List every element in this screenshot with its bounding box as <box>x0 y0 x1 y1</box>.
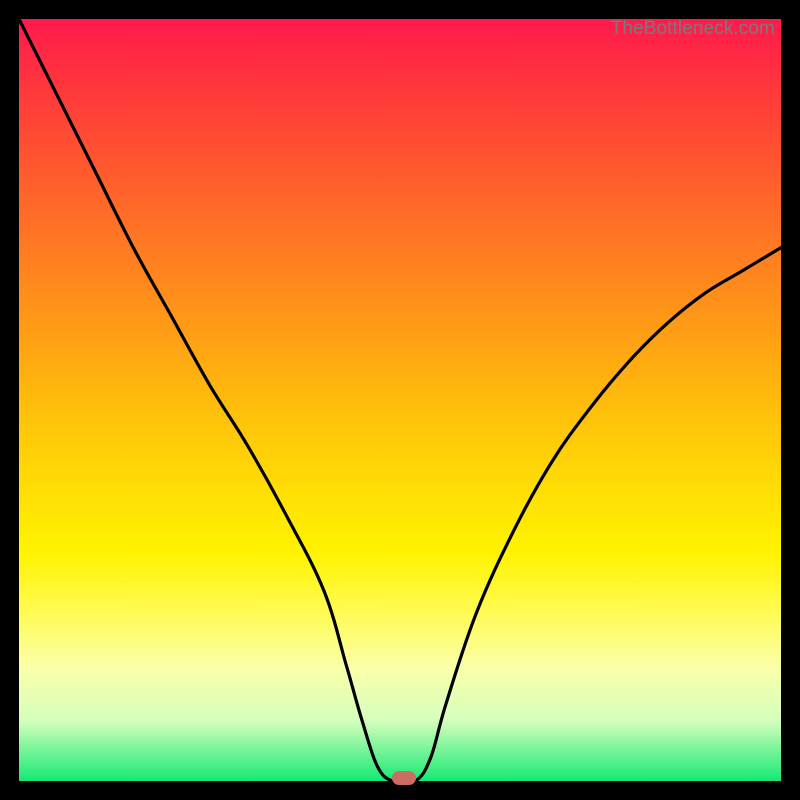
plot-area: TheBottleneck.com <box>19 19 781 781</box>
bottleneck-curve <box>19 19 781 781</box>
optimal-marker <box>392 771 416 785</box>
chart-frame: TheBottleneck.com <box>0 0 800 800</box>
